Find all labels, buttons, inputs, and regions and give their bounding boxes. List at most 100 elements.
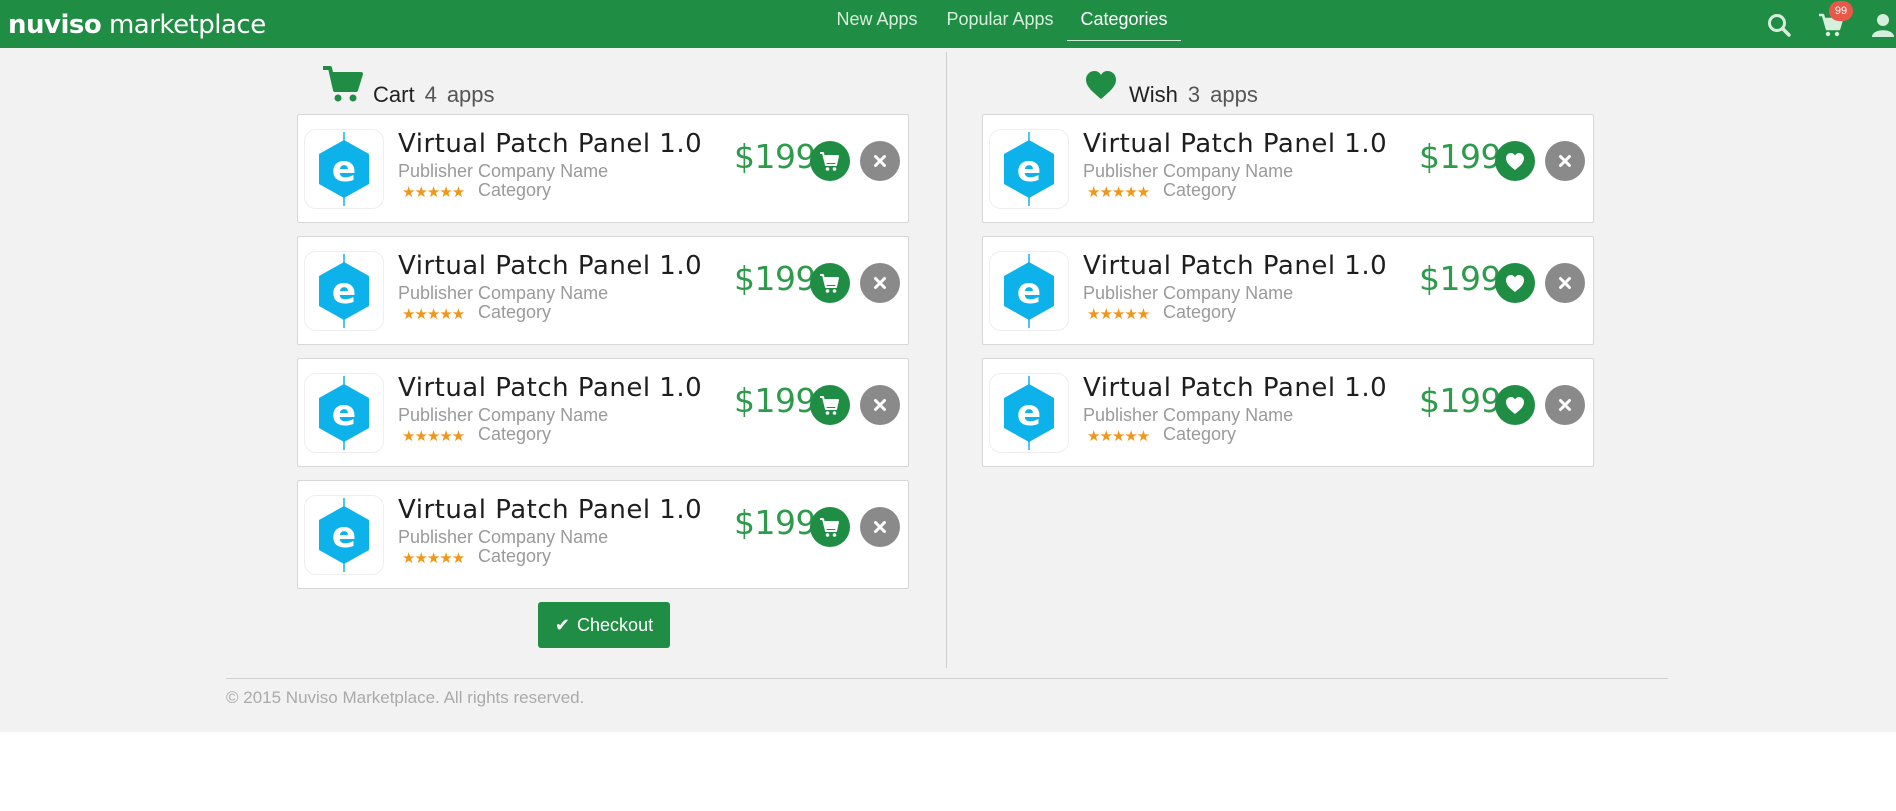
wishlist-heart-button[interactable] bbox=[1495, 263, 1535, 303]
wish-item-card: e Virtual Patch Panel 1.0 Publisher Compan… bbox=[982, 236, 1594, 345]
tab-label: Categories bbox=[1080, 9, 1168, 29]
tab-label: New Apps bbox=[836, 9, 918, 29]
svg-text:e: e bbox=[332, 149, 356, 190]
brand-suffix: marketplace bbox=[101, 10, 266, 40]
publisher-name: Publisher Company Name bbox=[1083, 405, 1294, 425]
remove-button[interactable] bbox=[860, 263, 900, 303]
close-icon bbox=[874, 399, 886, 411]
publisher-name: Publisher Company Name bbox=[398, 161, 609, 181]
add-to-cart-button[interactable] bbox=[810, 507, 850, 547]
cart-icon bbox=[323, 66, 363, 102]
app-category: Category bbox=[1163, 424, 1237, 444]
app-price: $199 bbox=[734, 137, 816, 176]
brand-logo[interactable]: nuviso marketplace bbox=[8, 10, 266, 40]
tab-categories[interactable]: Categories bbox=[1067, 0, 1181, 48]
remove-button[interactable] bbox=[1545, 385, 1585, 425]
svg-text:e: e bbox=[332, 393, 356, 434]
app-icon[interactable]: e bbox=[989, 129, 1069, 209]
app-name[interactable]: Virtual Patch Panel 1.0 bbox=[398, 251, 702, 281]
publisher-name: Publisher Company Name bbox=[1083, 283, 1294, 303]
app-logo-icon: e bbox=[319, 132, 369, 206]
app-logo-icon: e bbox=[1004, 376, 1054, 450]
cart-item-card: e Virtual Patch Panel 1.0 Publisher Compan… bbox=[297, 236, 909, 345]
wishlist-heart-button[interactable] bbox=[1495, 385, 1535, 425]
app-icon[interactable]: e bbox=[304, 495, 384, 575]
app-price: $199 bbox=[734, 503, 816, 542]
app-name[interactable]: Virtual Patch Panel 1.0 bbox=[1083, 373, 1387, 403]
app-icon[interactable]: e bbox=[989, 373, 1069, 453]
app-icon[interactable]: e bbox=[304, 373, 384, 453]
svg-text:e: e bbox=[1017, 393, 1041, 434]
app-price: $199 bbox=[734, 381, 816, 420]
remove-button[interactable] bbox=[1545, 263, 1585, 303]
app-name[interactable]: Virtual Patch Panel 1.0 bbox=[398, 495, 702, 525]
wishlist-heart-button[interactable] bbox=[1495, 141, 1535, 181]
cart-item-card: e Virtual Patch Panel 1.0 Publisher Compan… bbox=[297, 114, 909, 223]
wish-title-label: Wish bbox=[1129, 82, 1178, 107]
app-category: Category bbox=[478, 424, 552, 444]
app-root: nuviso marketplace New Apps Popular Apps… bbox=[0, 0, 1896, 811]
cart-item-card: e Virtual Patch Panel 1.0 Publisher Compan… bbox=[297, 480, 909, 589]
cart-count-badge: 99 bbox=[1829, 1, 1853, 21]
tab-new-apps[interactable]: New Apps bbox=[835, 0, 919, 48]
wish-unit: apps bbox=[1210, 82, 1258, 107]
brand-name: nuviso bbox=[8, 10, 102, 40]
wish-header: Wish 3 apps bbox=[1085, 62, 1285, 110]
add-to-cart-button[interactable] bbox=[810, 385, 850, 425]
heart-icon bbox=[1086, 71, 1116, 99]
app-logo-icon: e bbox=[319, 254, 369, 328]
heart-icon bbox=[1506, 397, 1524, 414]
app-name[interactable]: Virtual Patch Panel 1.0 bbox=[1083, 129, 1387, 159]
add-to-cart-button[interactable] bbox=[810, 263, 850, 303]
tab-popular-apps[interactable]: Popular Apps bbox=[945, 0, 1055, 48]
app-icon[interactable]: e bbox=[989, 251, 1069, 331]
cart-count: 4 bbox=[424, 82, 437, 107]
cart-header: Cart 4 apps bbox=[322, 62, 522, 110]
wish-item-card: e Virtual Patch Panel 1.0 Publisher Compan… bbox=[982, 114, 1594, 223]
remove-button[interactable] bbox=[1545, 141, 1585, 181]
app-icon[interactable]: e bbox=[304, 251, 384, 331]
remove-button[interactable] bbox=[860, 141, 900, 181]
remove-button[interactable] bbox=[860, 507, 900, 547]
svg-text:e: e bbox=[332, 271, 356, 312]
app-logo-icon: e bbox=[319, 498, 369, 572]
cart-icon bbox=[820, 396, 839, 415]
star-rating: ★★★★★ bbox=[402, 550, 465, 567]
remove-button[interactable] bbox=[860, 385, 900, 425]
checkout-button[interactable]: ✔ Checkout bbox=[538, 602, 670, 648]
close-icon bbox=[874, 277, 886, 289]
app-name[interactable]: Virtual Patch Panel 1.0 bbox=[1083, 251, 1387, 281]
main-content: Cart 4 apps Wish 3 apps e Virtual Patch Panel… bbox=[0, 48, 1896, 732]
app-logo-icon: e bbox=[1004, 132, 1054, 206]
close-icon bbox=[874, 521, 886, 533]
app-logo-icon: e bbox=[319, 376, 369, 450]
app-category: Category bbox=[1163, 180, 1237, 200]
app-name[interactable]: Virtual Patch Panel 1.0 bbox=[398, 129, 702, 159]
close-icon bbox=[1559, 277, 1571, 289]
checkout-label: Checkout bbox=[577, 615, 654, 635]
app-price: $199 bbox=[1419, 259, 1501, 298]
cart-title: Cart 4 apps bbox=[373, 82, 495, 108]
user-icon[interactable] bbox=[1870, 12, 1896, 38]
app-icon[interactable]: e bbox=[304, 129, 384, 209]
app-name[interactable]: Virtual Patch Panel 1.0 bbox=[398, 373, 702, 403]
cart-icon bbox=[820, 274, 839, 293]
tab-label: Popular Apps bbox=[946, 9, 1054, 29]
app-price: $199 bbox=[734, 259, 816, 298]
cart-title-label: Cart bbox=[373, 82, 415, 107]
cart-item-card: e Virtual Patch Panel 1.0 Publisher Compan… bbox=[297, 358, 909, 467]
star-rating: ★★★★★ bbox=[1087, 306, 1150, 323]
wish-item-card: e Virtual Patch Panel 1.0 Publisher Compan… bbox=[982, 358, 1594, 467]
star-rating: ★★★★★ bbox=[402, 306, 465, 323]
publisher-name: Publisher Company Name bbox=[398, 283, 609, 303]
search-icon[interactable] bbox=[1766, 12, 1792, 38]
star-rating: ★★★★★ bbox=[402, 184, 465, 201]
heart-icon bbox=[1506, 275, 1524, 292]
app-category: Category bbox=[478, 302, 552, 322]
add-to-cart-button[interactable] bbox=[810, 141, 850, 181]
publisher-name: Publisher Company Name bbox=[398, 527, 609, 547]
svg-text:e: e bbox=[1017, 149, 1041, 190]
column-divider bbox=[946, 52, 947, 668]
svg-text:e: e bbox=[332, 515, 356, 556]
cart-icon bbox=[820, 518, 839, 537]
